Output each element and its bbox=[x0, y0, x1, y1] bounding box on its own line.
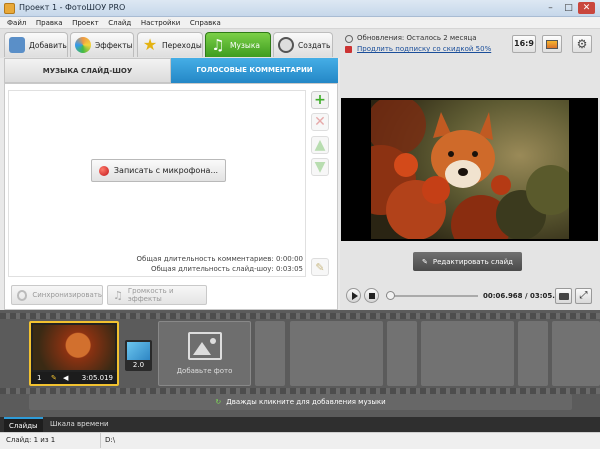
tab-music[interactable]: ♫ Музыка bbox=[205, 32, 271, 57]
tab-timeline[interactable]: Шкала времени bbox=[45, 417, 114, 432]
slide-thumbnail-image bbox=[33, 325, 115, 370]
music-note-icon: ♫ bbox=[211, 36, 225, 54]
discount-icon bbox=[345, 46, 352, 53]
maximize-button[interactable]: □ bbox=[560, 2, 577, 14]
edit-slide-icon[interactable]: ✎ bbox=[51, 372, 57, 384]
tab-slides[interactable]: Слайды bbox=[4, 417, 43, 432]
slideshow-duration: Общая длительность слайд-шоу: 0:03:05 bbox=[150, 265, 303, 273]
minimize-button[interactable]: – bbox=[542, 2, 559, 14]
delete-comment-button[interactable]: ✕ bbox=[311, 113, 329, 131]
tab-effects[interactable]: Эффекты bbox=[70, 32, 134, 57]
aspect-ratio-button[interactable]: 16:9 bbox=[512, 35, 536, 53]
slide-duration: 3:05.019 bbox=[81, 374, 113, 382]
move-down-button[interactable]: ▼ bbox=[311, 158, 329, 176]
fullscreen-button[interactable]: ⤢ bbox=[575, 288, 592, 304]
menu-slide[interactable]: Слайд bbox=[108, 17, 131, 29]
window-title: Проект 1 - ФотоШОУ PRO bbox=[19, 3, 126, 12]
tab-create[interactable]: Создать bbox=[273, 32, 333, 57]
settings-button[interactable]: ⚙ bbox=[572, 35, 592, 53]
stop-button[interactable] bbox=[364, 288, 379, 303]
transition-thumbnail[interactable]: 2.0 bbox=[125, 340, 152, 371]
project-path: D:\ bbox=[100, 433, 115, 448]
music-subtabs: МУЗЫКА СЛАЙД-ШОУ ГОЛОСОВЫЕ КОММЕНТАРИИ bbox=[4, 58, 338, 83]
tab-add[interactable]: Добавить bbox=[4, 32, 68, 57]
music-note-icon: ♫ bbox=[113, 288, 123, 302]
menu-settings[interactable]: Настройки bbox=[141, 17, 181, 29]
photo-add-icon bbox=[9, 37, 25, 53]
empty-slide-slot bbox=[421, 321, 514, 386]
palette-icon bbox=[75, 37, 91, 53]
slide-number: 1 bbox=[37, 374, 42, 382]
empty-slide-slot bbox=[552, 321, 600, 386]
app-icon bbox=[4, 3, 15, 14]
camera-icon bbox=[558, 293, 569, 300]
add-photo-slot[interactable]: Добавьте фото bbox=[158, 321, 251, 386]
transition-icon bbox=[127, 342, 150, 360]
add-photo-label: Добавьте фото bbox=[176, 367, 233, 375]
empty-transition-slot bbox=[255, 321, 285, 386]
menu-file[interactable]: Файл bbox=[7, 17, 26, 29]
updates-status: Обновления: Осталось 2 месяца bbox=[357, 34, 477, 42]
fox-photo bbox=[371, 100, 569, 239]
refresh-music-icon: ↻ bbox=[215, 398, 222, 406]
empty-transition-slot bbox=[518, 321, 548, 386]
tab-voice-comments[interactable]: ГОЛОСОВЫЕ КОММЕНТАРИИ bbox=[171, 58, 338, 83]
record-microphone-button[interactable]: Записать с микрофона... bbox=[91, 159, 226, 182]
stop-icon bbox=[368, 293, 375, 299]
recordings-area[interactable] bbox=[8, 90, 306, 277]
status-bar: Слайд: 1 из 1 D:\ bbox=[0, 432, 600, 449]
background-image-button[interactable] bbox=[542, 35, 562, 53]
play-button[interactable] bbox=[346, 288, 361, 303]
sound-icon[interactable]: ◀ bbox=[63, 372, 68, 384]
snapshot-button[interactable] bbox=[555, 288, 572, 304]
player-controls: 00:06.968 / 03:05.019 ⤢ bbox=[341, 284, 598, 308]
picture-icon bbox=[187, 332, 222, 360]
menu-bar: Файл Правка Проект Слайд Настройки Справ… bbox=[0, 17, 600, 29]
comments-duration: Общая длительность комментариев: 0:00:00 bbox=[136, 255, 303, 263]
gear-icon: ⚙ bbox=[576, 37, 588, 51]
slide-thumbnail[interactable]: 1 ✎ ◀ 3:05.019 bbox=[29, 321, 119, 386]
pencil-icon: ✎ bbox=[422, 257, 428, 266]
title-bar: Проект 1 - ФотоШОУ PRO – □ ✕ bbox=[0, 0, 600, 17]
volume-effects-button[interactable]: ♫ Громкость и эффекты bbox=[107, 285, 207, 305]
menu-help[interactable]: Справка bbox=[190, 17, 221, 29]
film-reel-icon bbox=[278, 37, 294, 53]
fullscreen-icon: ⤢ bbox=[579, 290, 588, 301]
play-icon bbox=[352, 292, 358, 300]
transition-duration: 2.0 bbox=[132, 361, 145, 369]
menu-edit[interactable]: Правка bbox=[36, 17, 63, 29]
add-comment-button[interactable]: + bbox=[311, 91, 329, 109]
edit-comment-icon[interactable]: ✎ bbox=[311, 258, 329, 276]
sync-button[interactable]: Синхронизировать bbox=[11, 285, 103, 305]
seek-handle[interactable] bbox=[386, 291, 395, 300]
move-up-button[interactable]: ▲ bbox=[311, 136, 329, 154]
seek-bar[interactable] bbox=[386, 295, 478, 297]
slide-counter: Слайд: 1 из 1 bbox=[6, 436, 56, 444]
menu-project[interactable]: Проект bbox=[72, 17, 99, 29]
empty-transition-slot bbox=[387, 321, 417, 386]
edit-slide-button[interactable]: ✎ Редактировать слайд bbox=[413, 252, 522, 271]
filmstrip-holes bbox=[0, 313, 600, 319]
main-tabs: Добавить Эффекты ★ Переходы ♫ Музыка Соз… bbox=[0, 29, 340, 58]
picture-icon bbox=[546, 40, 558, 49]
renew-subscription-link[interactable]: Продлить подписку со скидкой 50% bbox=[357, 45, 491, 53]
clock-icon bbox=[345, 35, 353, 43]
star-icon: ★ bbox=[142, 35, 158, 54]
music-track[interactable]: ↻ Дважды кликните для добавления музыки bbox=[29, 394, 572, 410]
empty-slide-slot bbox=[290, 321, 383, 386]
close-button[interactable]: ✕ bbox=[578, 2, 595, 14]
record-icon bbox=[98, 165, 109, 176]
tab-slideshow-music[interactable]: МУЗЫКА СЛАЙД-ШОУ bbox=[4, 58, 171, 83]
tab-transitions[interactable]: ★ Переходы bbox=[137, 32, 203, 57]
view-tabs: Слайды Шкала времени bbox=[0, 417, 600, 432]
sync-icon bbox=[17, 289, 28, 301]
